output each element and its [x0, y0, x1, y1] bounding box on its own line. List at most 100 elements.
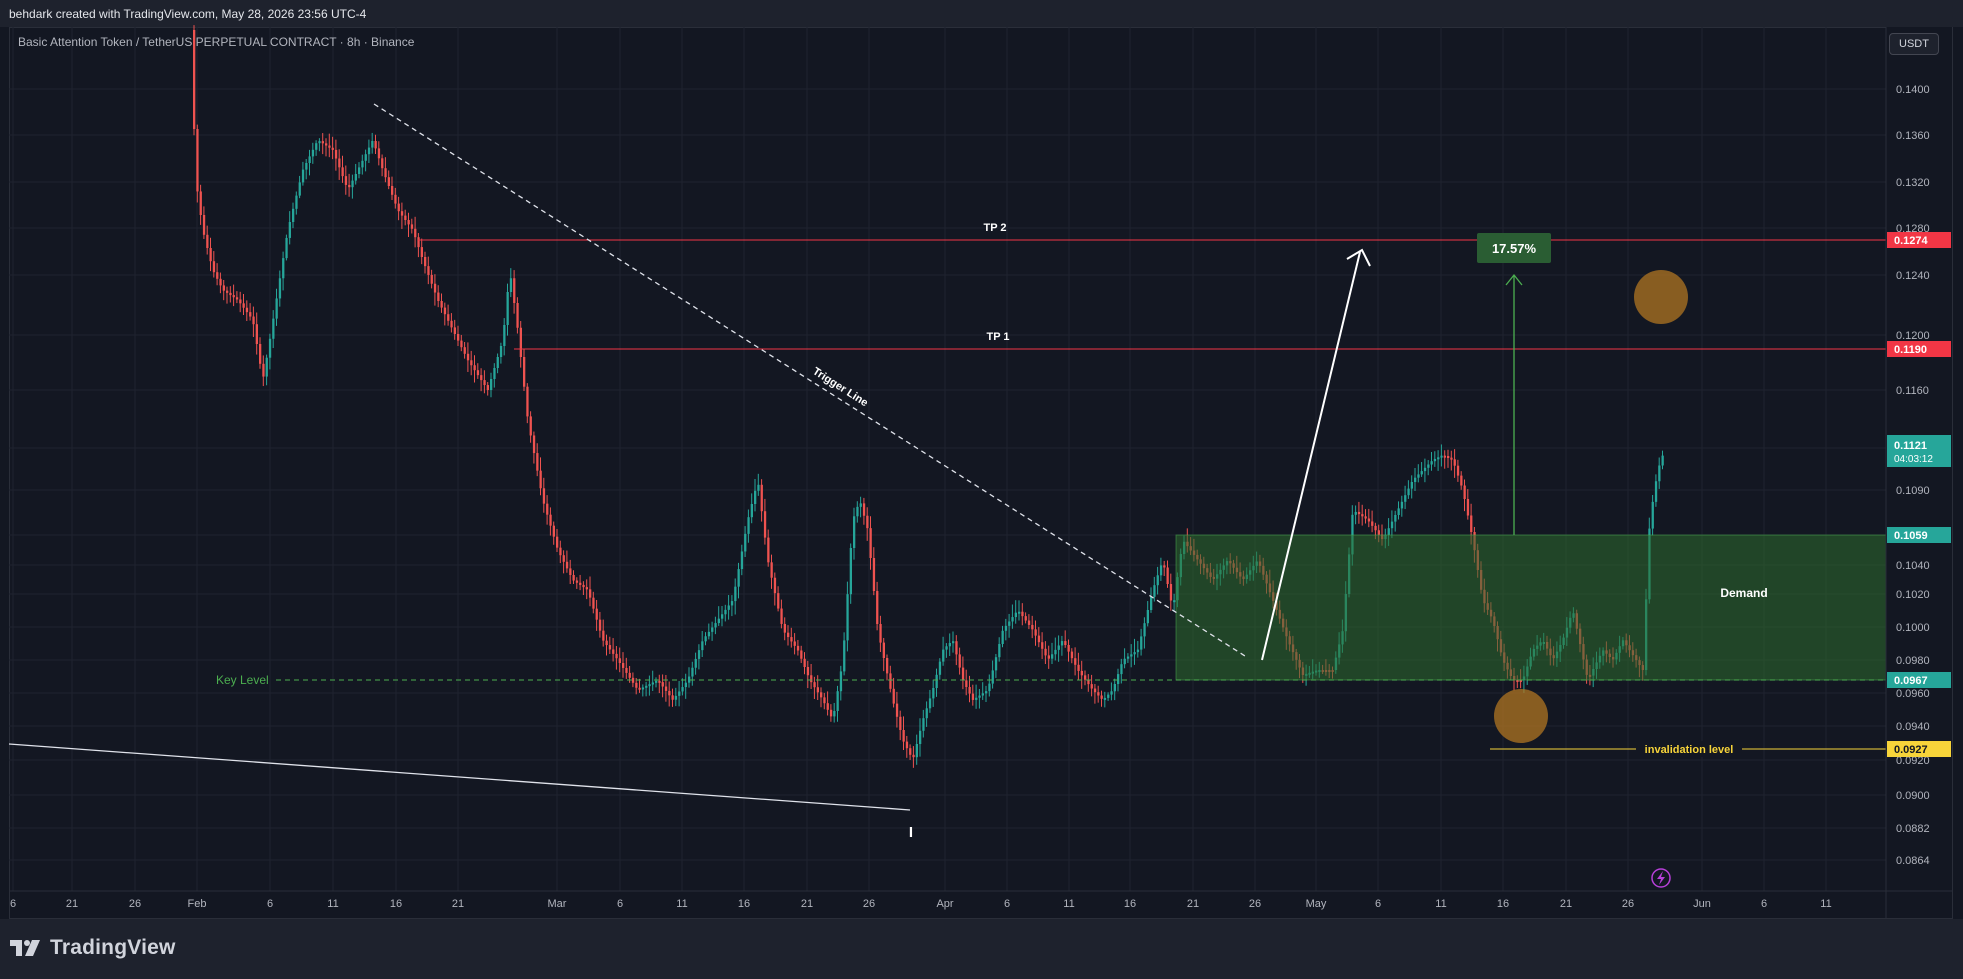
candle-body — [433, 283, 437, 293]
candle-body — [1166, 567, 1169, 584]
candle-body — [1420, 471, 1423, 475]
candle-body — [820, 692, 823, 698]
candle-body — [490, 379, 493, 390]
candle-body — [1460, 475, 1463, 486]
candle-body — [473, 365, 476, 371]
candle-body — [948, 643, 951, 647]
candle-body — [1031, 624, 1034, 630]
candle-body — [394, 194, 397, 204]
candle-body — [265, 357, 268, 377]
candle-body — [437, 292, 440, 301]
candle-body — [813, 682, 816, 688]
support-trendline[interactable] — [8, 743, 911, 811]
candle-body — [552, 525, 555, 537]
candle-body — [1084, 675, 1087, 680]
candle-body — [961, 667, 965, 681]
candle-body — [618, 658, 621, 663]
candle-body — [1466, 499, 1470, 516]
candle-body — [1377, 530, 1380, 535]
candle-body — [1014, 612, 1017, 618]
candle-body — [338, 158, 341, 168]
candle-body — [235, 297, 239, 300]
candle-body — [1456, 465, 1460, 476]
candle-body — [341, 167, 344, 177]
candle-body — [1057, 645, 1060, 650]
candle-body — [793, 641, 796, 646]
tp2-price-badge: 0.1274 — [1894, 235, 1929, 247]
highlight-circle-top[interactable] — [1634, 270, 1688, 324]
candle-body — [823, 697, 826, 704]
time-tick-label: 6 — [1004, 898, 1010, 910]
lightning-icon[interactable] — [1651, 868, 1671, 888]
candle-body — [1067, 645, 1070, 652]
candle-body — [994, 657, 998, 671]
candle-body — [559, 547, 562, 556]
candle-body — [1410, 482, 1413, 489]
candle-body — [1169, 584, 1173, 601]
candle-body — [592, 597, 595, 609]
candle-body — [1133, 652, 1136, 655]
candle-body — [1120, 664, 1123, 675]
candle-body — [440, 301, 443, 308]
candle-body — [862, 503, 866, 516]
candle-body — [777, 593, 780, 609]
candle-body — [866, 515, 869, 529]
candle-body — [1136, 649, 1140, 653]
highlight-circle-bottom[interactable] — [1494, 689, 1548, 743]
drawings-layer: Demand TP 2 TP 1 Key Level invalidation … — [8, 103, 1887, 841]
symbol-title[interactable]: Basic Attention Token / TetherUS PERPETU… — [18, 35, 414, 49]
candle-body — [513, 278, 516, 303]
current-price: 0.1121 — [1894, 440, 1927, 452]
candle-body — [730, 601, 734, 606]
price-tick-label: 0.0900 — [1896, 790, 1930, 802]
candle-body — [658, 680, 661, 683]
candle-body — [546, 503, 549, 515]
currency-button[interactable]: USDT — [1889, 33, 1939, 55]
candle-body — [219, 278, 222, 286]
candle-body — [1450, 457, 1453, 460]
candle-body — [1394, 515, 1397, 522]
candle-body — [721, 614, 724, 619]
key-level-price-badge: 0.0967 — [1894, 675, 1928, 687]
candle-body — [565, 561, 569, 569]
candle-body — [938, 661, 942, 675]
candle-body — [915, 744, 918, 758]
candle-body — [443, 307, 447, 315]
candle-body — [1390, 521, 1394, 529]
candle-body — [1400, 501, 1404, 509]
candle-body — [410, 224, 414, 229]
candle-body — [275, 298, 278, 319]
candle-body — [763, 511, 767, 538]
demand-zone[interactable] — [1175, 534, 1887, 681]
tradingview-logo[interactable]: TradingView — [10, 933, 176, 963]
candle-body — [285, 237, 288, 259]
candle-body — [298, 182, 301, 196]
candle-body — [1123, 658, 1126, 665]
candle-body — [361, 160, 364, 168]
candle-body — [1143, 623, 1146, 637]
candle-body — [859, 503, 862, 507]
candle-body — [526, 386, 529, 417]
candle-body — [641, 687, 645, 690]
candle-body — [645, 685, 648, 688]
candle-body — [315, 143, 318, 150]
candle-body — [476, 370, 480, 376]
candle-body — [1156, 575, 1159, 586]
candle-body — [668, 690, 671, 696]
candle-body — [457, 334, 460, 341]
time-tick-label: 16 — [390, 898, 402, 910]
time-tick-label: 21 — [801, 898, 813, 910]
price-tick-label: 0.0882 — [1896, 823, 1930, 835]
price-tick-label: 0.1000 — [1896, 622, 1930, 634]
candle-body — [912, 754, 915, 758]
candle-body — [371, 141, 374, 148]
candle-body — [1140, 636, 1143, 650]
candle-body — [899, 716, 902, 730]
candle-body — [678, 691, 681, 696]
candle-body — [542, 488, 546, 504]
price-chart[interactable]: Demand TP 2 TP 1 Key Level invalidation … — [0, 0, 1963, 919]
candle-body — [760, 484, 763, 512]
candle-body — [202, 215, 206, 235]
trigger-line[interactable] — [373, 103, 1246, 657]
candle-body — [701, 641, 704, 651]
